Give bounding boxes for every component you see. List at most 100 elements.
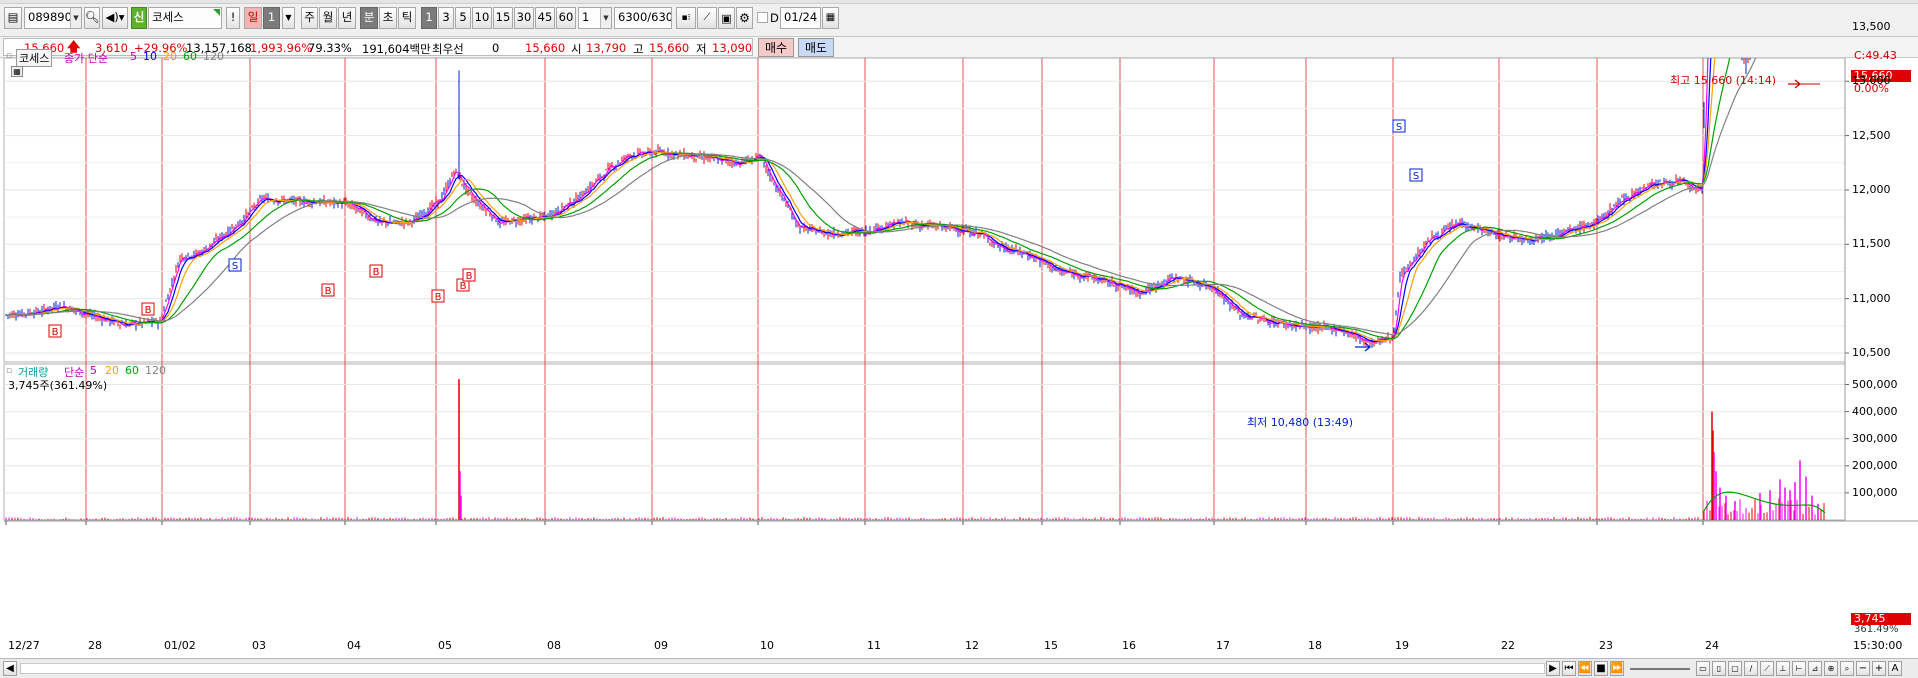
collapse-icon[interactable]: ▫: [6, 366, 12, 376]
grid-icon[interactable]: ▦: [11, 66, 23, 77]
buy-signal-label: B: [460, 281, 467, 292]
magnifier-icon[interactable]: ⌕: [1840, 661, 1854, 676]
period-day-button[interactable]: 일: [244, 7, 262, 29]
interval-select[interactable]: 1 ▼: [578, 7, 612, 29]
collapse-icon[interactable]: ▫: [6, 51, 12, 61]
price-tick-label: 13,000: [1852, 74, 1891, 88]
time-tick-label: 12/27: [8, 639, 40, 652]
interval-45-button[interactable]: 45: [535, 7, 555, 29]
date-checkbox[interactable]: [757, 12, 768, 23]
draw3-icon[interactable]: ⊥: [1776, 661, 1790, 676]
draw4-icon[interactable]: ⊢: [1792, 661, 1806, 676]
chevron-down-icon[interactable]: ▼: [70, 8, 81, 28]
rewind-button[interactable]: ⏪: [1578, 661, 1592, 676]
split-icon[interactable]: ▯: [1712, 661, 1726, 676]
stop-button[interactable]: ■: [1594, 661, 1608, 676]
calendar-icon[interactable]: ▦: [822, 7, 839, 29]
right-top-label: C:49.43: [1854, 49, 1897, 62]
volume-tick-label: 300,000: [1852, 431, 1898, 445]
draw5-icon[interactable]: ⊿: [1808, 661, 1822, 676]
interval-3-button[interactable]: 3: [438, 7, 454, 29]
speaker-icon[interactable]: ◀)▾: [102, 7, 128, 29]
font-button[interactable]: A: [1888, 661, 1902, 676]
scroll-track[interactable]: [20, 663, 1545, 674]
menu-icon[interactable]: ▤: [4, 7, 22, 29]
ma-10-label: 10: [143, 50, 157, 63]
alert-button[interactable]: !: [226, 7, 240, 29]
chart-area[interactable]: BBSBBBBBSS ▫ 코세스 종가 단순 5 10 20 60 120 ▦ …: [0, 20, 1918, 658]
zoom-out-button[interactable]: −: [1856, 661, 1870, 676]
chart-svg[interactable]: BBSBBBBBSS: [0, 58, 1918, 658]
stock-code-input[interactable]: 089890 ▼: [24, 7, 82, 29]
stock-code: 089890: [28, 10, 72, 25]
data-count-field[interactable]: 6300/6300: [614, 7, 672, 29]
gear-icon[interactable]: ⚙: [736, 7, 753, 29]
high-label: 고: [633, 42, 644, 56]
volume-tick-label: 100,000: [1852, 485, 1898, 499]
layout-icon[interactable]: ▭: [1696, 661, 1710, 676]
buy-signal-label: B: [52, 327, 59, 338]
interval-60-button[interactable]: 60: [556, 7, 576, 29]
interval-30-button[interactable]: 30: [514, 7, 534, 29]
interval-5-button[interactable]: 5: [455, 7, 471, 29]
price-tick-label: 10,500: [1852, 346, 1891, 359]
price-tick-label: 12,500: [1852, 128, 1891, 142]
volume-ma-120: 120: [145, 364, 166, 377]
time-label: 15:30:00: [1853, 639, 1903, 652]
interval-select-value: 1: [582, 10, 590, 25]
market-badge: 신: [131, 7, 147, 29]
ma-title: 종가 단순: [64, 52, 108, 65]
save-icon[interactable]: ▣: [718, 7, 735, 29]
stock-label[interactable]: 코세스: [16, 49, 53, 67]
data-count: 6300: [618, 10, 648, 25]
period-minute-button[interactable]: 분: [360, 7, 378, 29]
price-panel-header: ▫ 코세스 종가 단순 5 10 20 60 120: [6, 49, 566, 67]
period-tick-button[interactable]: 틱: [398, 7, 416, 29]
low-label: 저: [696, 42, 707, 56]
axis-background: [1845, 58, 1918, 520]
low-price: 13,090: [712, 41, 753, 55]
interval-10-button[interactable]: 10: [472, 7, 492, 29]
top-tab-strip: [0, 0, 1918, 4]
buy-button[interactable]: 매수: [758, 38, 794, 57]
volume-tick-label: 500,000: [1852, 377, 1898, 391]
draw2-icon[interactable]: ⟋: [1760, 661, 1774, 676]
scroll-right-button[interactable]: ▶: [1546, 661, 1560, 676]
zoom-plus-button[interactable]: +: [1872, 661, 1886, 676]
sell-button[interactable]: 매도: [798, 38, 834, 57]
first-button[interactable]: ⏮: [1562, 661, 1576, 676]
volume-ma-5: 5: [90, 364, 97, 377]
fast-forward-button[interactable]: ⏩: [1610, 661, 1624, 676]
period-month-button[interactable]: 월: [319, 7, 337, 29]
scroll-left-button[interactable]: ◀: [3, 661, 17, 676]
sell-signal-label: S: [1413, 171, 1419, 182]
period-year-button[interactable]: 년: [338, 7, 356, 29]
date-input[interactable]: 01/24: [780, 7, 821, 29]
time-tick-label: 04: [347, 639, 361, 652]
chevron-down-icon[interactable]: ▼: [600, 8, 611, 28]
period-dropdown-icon[interactable]: ▼: [282, 7, 295, 29]
time-tick-label: 15: [1044, 639, 1058, 652]
period-day-n[interactable]: 1: [263, 7, 280, 29]
stock-name-field[interactable]: 코세스: [148, 7, 222, 29]
draw-icon[interactable]: ∕: [1744, 661, 1758, 676]
trend-line-icon[interactable]: ⟋: [697, 7, 717, 29]
indicator-icon[interactable]: ▪⁝: [676, 7, 696, 29]
bottom-scroll-bar[interactable]: ◀ ▶ ⏮ ⏪ ■ ⏩ ▭ ▯ ▢ ∕ ⟋ ⊥ ⊢ ⊿ ⊕ ⌕ − + A: [0, 658, 1918, 678]
ma-20-label: 20: [163, 50, 177, 63]
interval-15-button[interactable]: 15: [493, 7, 513, 29]
price-tick-label: 12,000: [1852, 182, 1891, 196]
price-tick-label: 11,500: [1852, 237, 1891, 251]
volume-ma-60: 60: [125, 364, 139, 377]
zoom-slider[interactable]: [1630, 668, 1690, 670]
period-week-button[interactable]: 주: [301, 7, 318, 29]
window-icon[interactable]: ▢: [1728, 661, 1742, 676]
search-icon[interactable]: 🔍︎: [84, 7, 100, 29]
sell-signal-label: S: [1396, 122, 1402, 133]
period-second-button[interactable]: 초: [379, 7, 397, 29]
interval-1-button[interactable]: 1: [421, 7, 437, 29]
zoom-in-icon[interactable]: ⊕: [1824, 661, 1838, 676]
time-tick-label: 24: [1705, 639, 1719, 652]
buy-signal-label: B: [435, 292, 442, 303]
stock-name: 코세스: [152, 10, 184, 25]
